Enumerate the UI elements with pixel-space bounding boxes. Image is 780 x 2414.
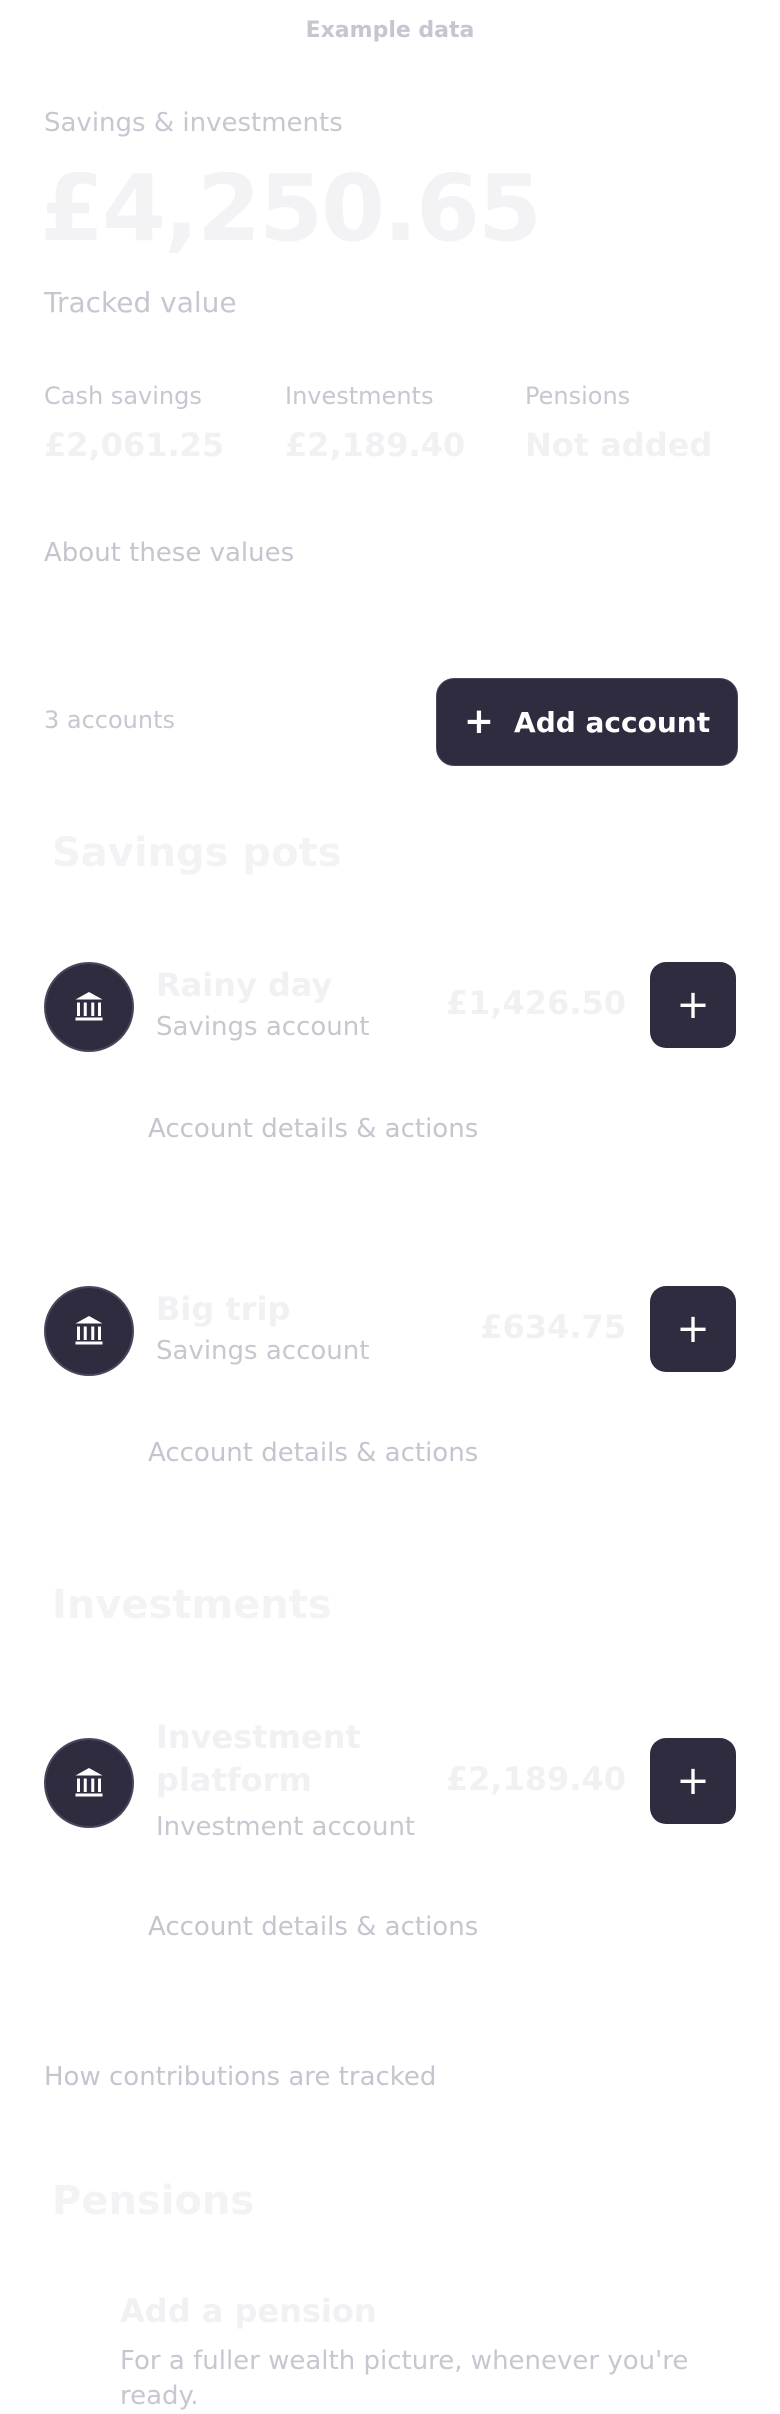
- add-account-button[interactable]: + Add account: [436, 678, 738, 766]
- contributions-tracked-link[interactable]: How contributions are tracked: [44, 2062, 436, 2092]
- plus-icon: +: [676, 1758, 710, 1804]
- add-transaction-button[interactable]: +: [650, 1286, 736, 1372]
- account-type: Savings account: [156, 1336, 370, 1366]
- bank-icon: [44, 1738, 134, 1828]
- account-amount: £2,189.40: [445, 1760, 626, 1798]
- stat-pensions: Pensions Not added: [525, 382, 712, 464]
- description-line: For a fuller wealth picture, whenever yo…: [120, 2346, 689, 2376]
- example-data-label: Example data: [305, 18, 475, 43]
- stat-value: £2,061.25: [44, 426, 225, 464]
- account-name: Investment platform: [156, 1716, 361, 1802]
- account-name-line: Investment: [156, 1718, 361, 1756]
- bank-icon: [44, 962, 134, 1052]
- stat-value: Not added: [525, 426, 713, 464]
- bank-icon-glyph: [75, 1768, 103, 1797]
- account-amount: £634.75: [480, 1308, 626, 1346]
- savings-section-title: Savings pots: [52, 830, 342, 876]
- plus-icon: +: [676, 982, 710, 1028]
- investments-section-title: Investments: [52, 1582, 332, 1628]
- description-line: ready.: [120, 2381, 199, 2412]
- add-account-label: Add account: [514, 705, 711, 739]
- stat-title: Investments: [285, 382, 434, 410]
- account-type: Savings account: [156, 1012, 370, 1042]
- summary-label: Savings & investments: [44, 108, 343, 138]
- stat-cash-savings: Cash savings £2,061.25: [44, 382, 224, 464]
- plus-icon: +: [676, 1306, 710, 1352]
- tracked-value-label: Tracked value: [44, 286, 237, 319]
- add-pension-title[interactable]: Add a pension: [120, 2292, 377, 2330]
- bank-icon: [44, 1286, 134, 1376]
- account-name-line: platform: [156, 1761, 312, 1800]
- stat-title: Cash savings: [44, 382, 202, 410]
- add-transaction-button[interactable]: +: [650, 1738, 736, 1824]
- stat-investments: Investments £2,189.40: [285, 382, 465, 464]
- account-details-link[interactable]: Account details & actions: [148, 1114, 478, 1144]
- bank-icon-glyph: [75, 1316, 103, 1345]
- add-transaction-button[interactable]: +: [650, 962, 736, 1048]
- total-value: £4,250.65: [40, 155, 542, 262]
- account-details-link[interactable]: Account details & actions: [148, 1438, 478, 1468]
- account-amount: £1,426.50: [445, 984, 626, 1022]
- accounts-count: 3 accounts: [44, 706, 176, 734]
- account-name: Big trip: [156, 1290, 291, 1328]
- account-name: Rainy day: [156, 966, 333, 1004]
- account-type: Investment account: [156, 1812, 416, 1842]
- add-pension-description: For a fuller wealth picture, whenever yo…: [120, 2344, 720, 2414]
- bank-icon-glyph: [75, 992, 103, 1021]
- stat-value: £2,189.40: [285, 426, 466, 464]
- pensions-section-title: Pensions: [52, 2178, 255, 2224]
- stat-title: Pensions: [525, 382, 631, 410]
- account-details-link[interactable]: Account details & actions: [148, 1912, 478, 1942]
- about-values-link[interactable]: About these values: [44, 538, 294, 568]
- plus-icon: +: [463, 701, 495, 742]
